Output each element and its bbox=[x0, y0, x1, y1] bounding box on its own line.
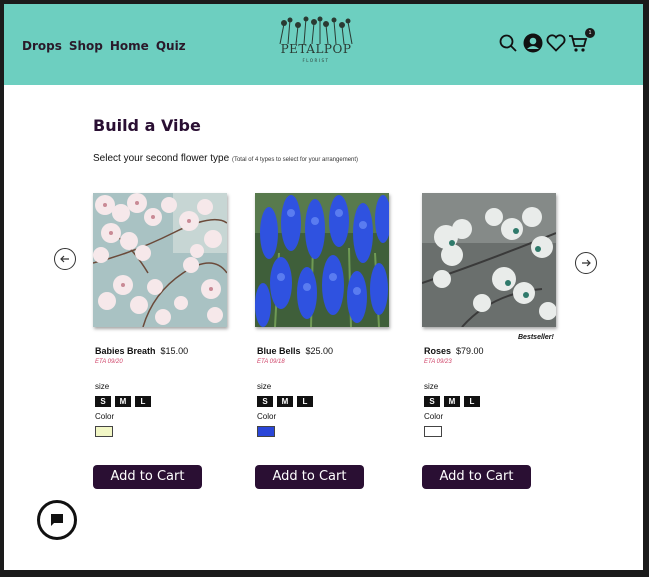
user-icon[interactable] bbox=[523, 33, 543, 58]
product-name-line: Blue Bells $25.00 bbox=[257, 346, 333, 356]
product-price: $79.00 bbox=[456, 346, 484, 356]
arrow-right-icon bbox=[582, 259, 591, 267]
chat-bubble-icon bbox=[51, 514, 63, 526]
product-name-line: Babies Breath $15.00 bbox=[95, 346, 188, 356]
nav-drops[interactable]: Drops bbox=[22, 39, 62, 53]
carousel-next-button[interactable] bbox=[575, 252, 597, 274]
product-name: Roses bbox=[424, 346, 452, 356]
product-image-roses[interactable] bbox=[422, 193, 556, 327]
nav-shop[interactable]: Shop bbox=[69, 39, 103, 53]
nav-home[interactable]: Home bbox=[110, 39, 149, 53]
carousel-prev-button[interactable] bbox=[54, 248, 76, 270]
size-s-button[interactable]: S bbox=[95, 396, 111, 407]
chat-button[interactable] bbox=[37, 500, 77, 540]
nav-quiz[interactable]: Quiz bbox=[156, 39, 186, 53]
brand-tagline: FLORIST bbox=[302, 58, 330, 63]
size-l-button[interactable]: L bbox=[135, 396, 151, 407]
product-eta: ETA 09/23 bbox=[424, 359, 452, 365]
size-label: size bbox=[424, 382, 439, 391]
page-prompt: Select your second flower type (Total of… bbox=[93, 153, 358, 164]
cart-icon[interactable] bbox=[568, 34, 588, 58]
site-header: Drops Shop Home Quiz PETALPOP FLORIST 1 bbox=[4, 4, 643, 85]
size-options: S M L bbox=[95, 396, 151, 407]
size-m-button[interactable]: M bbox=[115, 396, 131, 407]
add-to-cart-button[interactable]: Add to Cart bbox=[93, 465, 202, 489]
color-label: Color bbox=[257, 412, 277, 421]
product-image-babies-breath[interactable] bbox=[93, 193, 227, 327]
bestseller-badge: Bestseller! bbox=[518, 334, 554, 341]
product-name-line: Roses $79.00 bbox=[424, 346, 484, 356]
size-options: S M L bbox=[257, 396, 313, 407]
prompt-text: Select your second flower type bbox=[93, 153, 230, 164]
size-options: S M L bbox=[424, 396, 480, 407]
add-to-cart-button[interactable]: Add to Cart bbox=[255, 465, 364, 489]
product-price: $15.00 bbox=[160, 346, 189, 356]
color-swatch[interactable] bbox=[257, 426, 275, 437]
size-l-button[interactable]: L bbox=[297, 396, 313, 407]
product-name: Babies Breath bbox=[95, 346, 156, 356]
search-icon[interactable] bbox=[499, 34, 517, 57]
page-title: Build a Vibe bbox=[93, 116, 201, 135]
product-eta: ETA 09/18 bbox=[257, 359, 285, 365]
product-eta: ETA 09/20 bbox=[95, 359, 123, 365]
color-label: Color bbox=[95, 412, 115, 421]
brand-name: PETALPOP bbox=[280, 42, 352, 56]
size-label: size bbox=[257, 382, 272, 391]
color-swatch[interactable] bbox=[95, 426, 113, 437]
flower-bouquet-icon bbox=[279, 16, 353, 45]
size-s-button[interactable]: S bbox=[424, 396, 440, 407]
product-image-blue-bells[interactable] bbox=[255, 193, 389, 327]
main-nav: Drops Shop Home Quiz bbox=[22, 39, 186, 53]
prompt-note: (Total of 4 types to select for your arr… bbox=[231, 157, 359, 163]
size-m-button[interactable]: M bbox=[277, 396, 293, 407]
add-to-cart-button[interactable]: Add to Cart bbox=[422, 465, 531, 489]
size-l-button[interactable]: L bbox=[464, 396, 480, 407]
cart-count-badge: 1 bbox=[585, 28, 595, 38]
page-frame: Drops Shop Home Quiz PETALPOP FLORIST 1 … bbox=[4, 4, 643, 570]
color-swatch[interactable] bbox=[424, 426, 442, 437]
heart-icon[interactable] bbox=[546, 34, 566, 57]
size-m-button[interactable]: M bbox=[444, 396, 460, 407]
brand-logo[interactable]: PETALPOP FLORIST bbox=[270, 16, 362, 70]
color-label: Color bbox=[424, 412, 444, 421]
size-s-button[interactable]: S bbox=[257, 396, 273, 407]
product-name: Blue Bells bbox=[257, 346, 301, 356]
arrow-left-icon bbox=[60, 255, 69, 263]
size-label: size bbox=[95, 382, 110, 391]
product-price: $25.00 bbox=[305, 346, 334, 356]
